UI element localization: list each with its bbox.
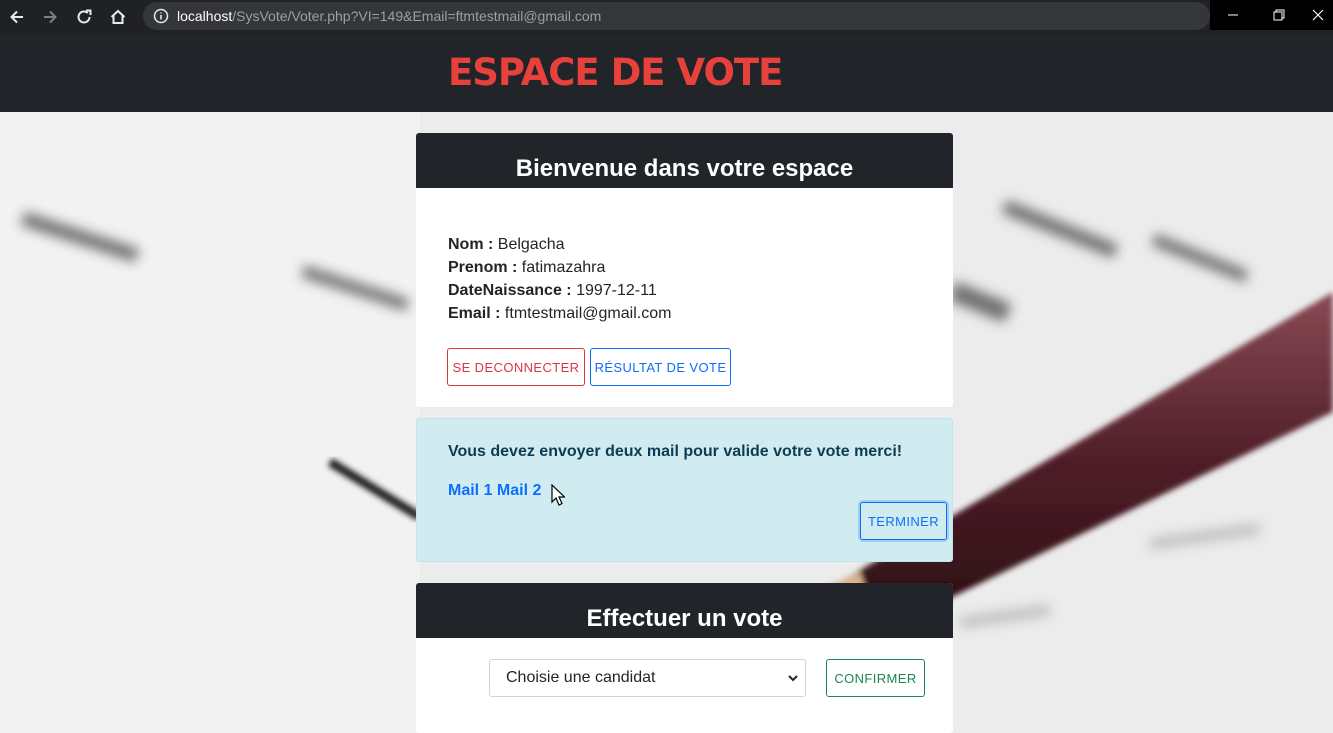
welcome-card-title: Bienvenue dans votre espace [416, 133, 953, 188]
chevron-down-icon [787, 671, 799, 690]
site-title: ESPACE DE VOTE [448, 51, 783, 94]
info-value: ftmtestmail@gmail.com [504, 305, 672, 322]
url-path: /SysVote/Voter.php?VI=149&Email=ftmtestm… [232, 8, 602, 24]
welcome-card: Bienvenue dans votre espace Nom : Belgac… [416, 133, 953, 407]
restore-icon[interactable] [1256, 0, 1302, 30]
url-host: localhost [177, 8, 233, 24]
info-value: 1997-12-11 [576, 282, 657, 299]
back-icon[interactable] [4, 4, 30, 30]
vote-card-title: Effectuer un vote [416, 583, 953, 638]
mail-2-link[interactable]: Mail 2 [497, 482, 541, 499]
info-row-nom: Nom : Belgacha [448, 233, 671, 256]
mouse-cursor-icon [551, 483, 566, 511]
forward-icon[interactable] [37, 4, 63, 30]
user-info: Nom : Belgacha Prenom : fatimazahra Date… [448, 233, 671, 325]
info-icon[interactable] [153, 8, 169, 24]
candidate-select-value: Choisie une candidat [506, 669, 656, 686]
confirm-button[interactable]: CONFIRMER [826, 659, 925, 697]
info-label: DateNaissance : [448, 282, 572, 299]
info-row-date-naissance: DateNaissance : 1997-12-11 [448, 279, 671, 302]
info-row-prenom: Prenom : fatimazahra [448, 256, 671, 279]
info-value: fatimazahra [521, 259, 606, 276]
vote-results-button[interactable]: RÉSULTAT DE VOTE [590, 348, 731, 386]
mail-alert: Vous devez envoyer deux mail pour valide… [416, 418, 953, 562]
logout-button[interactable]: SE DECONNECTER [447, 348, 585, 386]
candidate-select[interactable]: Choisie une candidat [489, 659, 806, 697]
minimize-icon[interactable] [1210, 0, 1256, 30]
home-icon[interactable] [105, 4, 131, 30]
alert-message: Vous devez envoyer deux mail pour valide… [448, 443, 903, 460]
reload-icon[interactable] [71, 4, 97, 30]
mail-links: Mail 1 Mail 2 [448, 482, 541, 500]
browser-toolbar: localhost/SysVote/Voter.php?VI=149&Email… [0, 0, 1333, 34]
info-label: Email : [448, 305, 501, 322]
close-window-icon[interactable] [1302, 0, 1333, 30]
info-row-email: Email : ftmtestmail@gmail.com [448, 302, 671, 325]
info-label: Nom : [448, 236, 494, 253]
info-value: Belgacha [497, 236, 565, 253]
mail-1-link[interactable]: Mail 1 [448, 482, 492, 499]
vote-card: Effectuer un vote Choisie une candidat C… [416, 583, 953, 733]
address-bar[interactable]: localhost/SysVote/Voter.php?VI=149&Email… [143, 2, 1210, 30]
info-label: Prenom : [448, 259, 518, 276]
site-header: ESPACE DE VOTE [0, 34, 1333, 112]
finish-button[interactable]: TERMINER [860, 502, 947, 540]
